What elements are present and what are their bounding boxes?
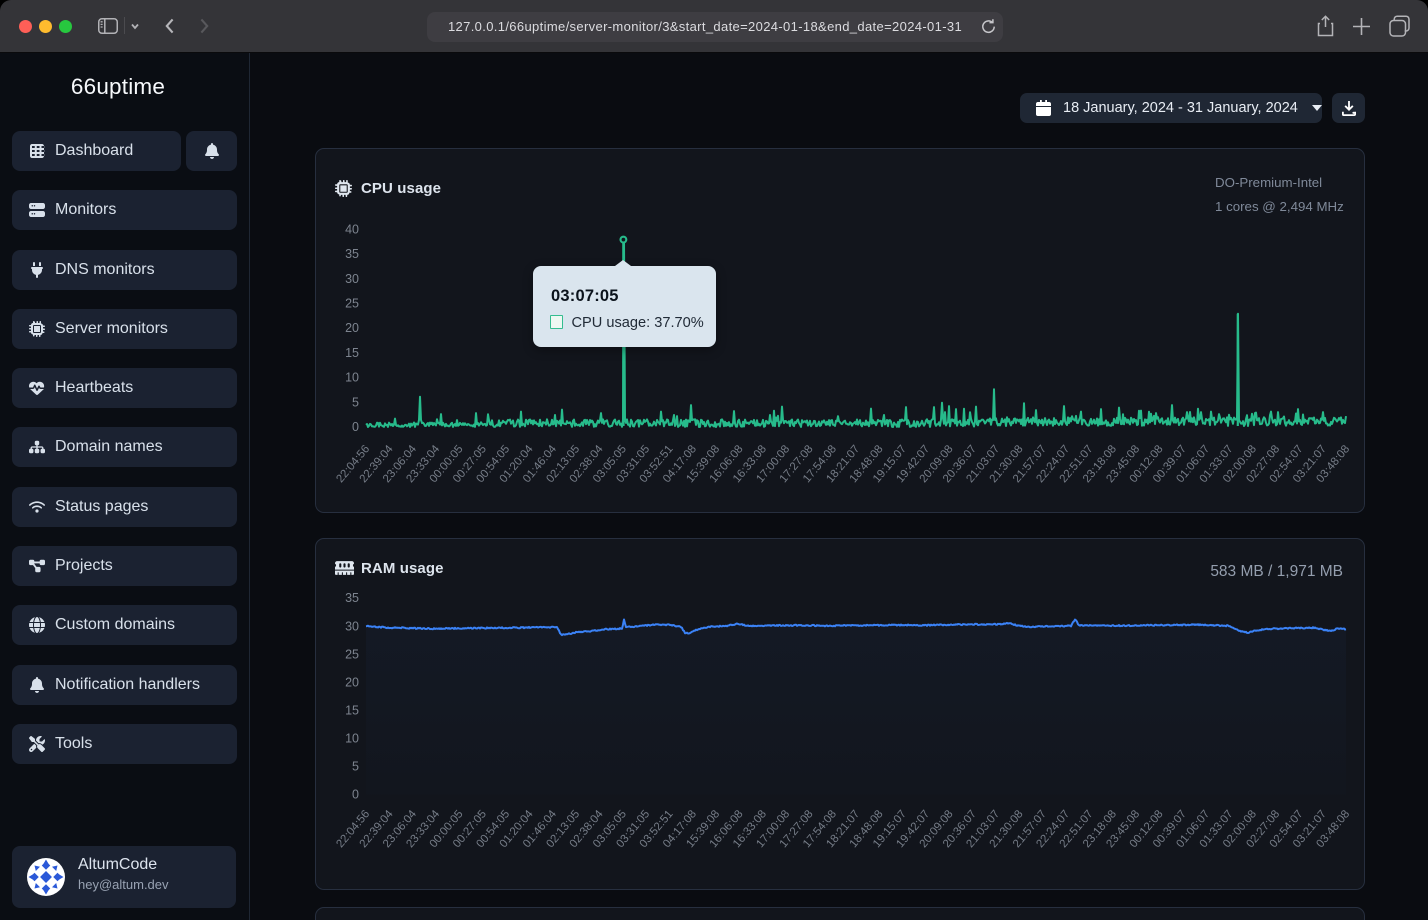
svg-text:35: 35	[345, 247, 359, 261]
svg-text:15: 15	[345, 703, 359, 717]
svg-text:5: 5	[352, 395, 359, 409]
svg-text:10: 10	[345, 371, 359, 385]
svg-text:20: 20	[345, 675, 359, 689]
svg-text:30: 30	[345, 619, 359, 633]
svg-text:0: 0	[352, 420, 359, 434]
svg-text:20: 20	[345, 321, 359, 335]
svg-text:25: 25	[345, 647, 359, 661]
svg-text:30: 30	[345, 272, 359, 286]
svg-text:5: 5	[352, 759, 359, 773]
svg-text:10: 10	[345, 731, 359, 745]
svg-text:0: 0	[352, 787, 359, 801]
svg-text:25: 25	[345, 297, 359, 311]
svg-text:15: 15	[345, 346, 359, 360]
svg-text:35: 35	[345, 591, 359, 605]
svg-text:40: 40	[345, 222, 359, 236]
